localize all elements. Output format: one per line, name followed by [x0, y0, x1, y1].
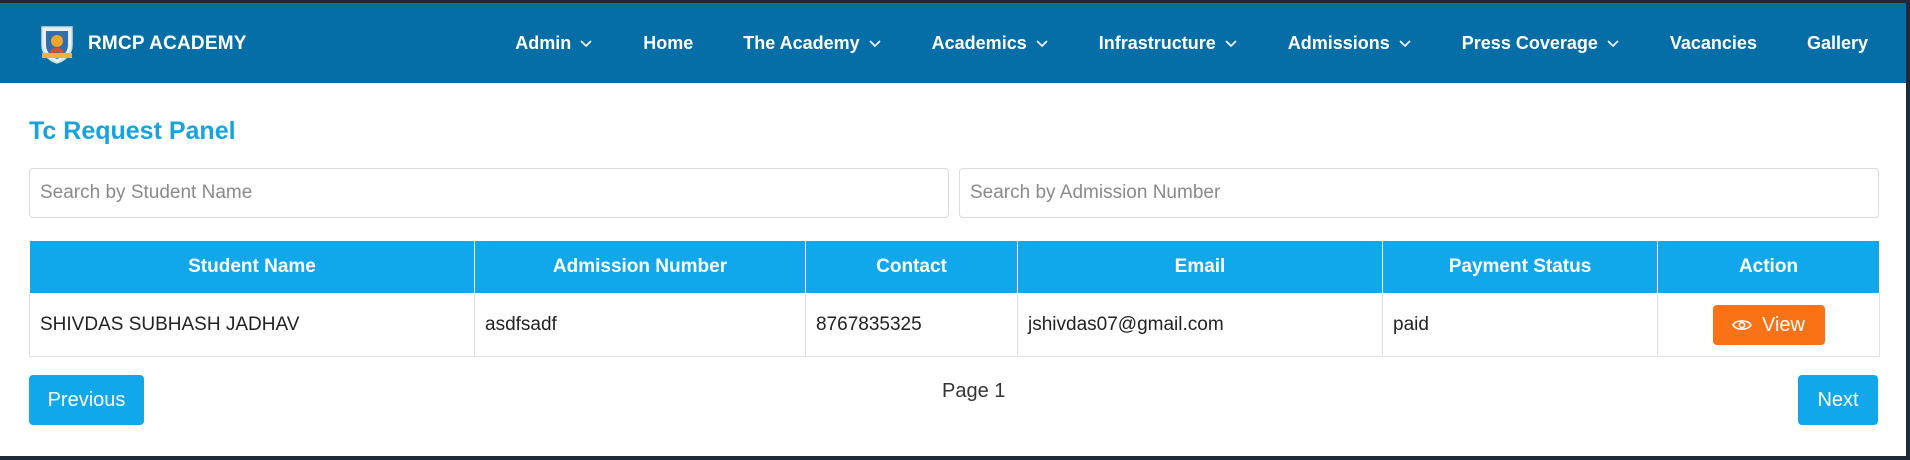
nav-item-press-coverage[interactable]: Press Coverage	[1462, 33, 1620, 54]
nav-item-vacancies[interactable]: Vacancies	[1670, 33, 1757, 54]
cell-payment-status: paid	[1382, 293, 1658, 357]
nav-item-label: Infrastructure	[1098, 32, 1216, 53]
student-name-search-input[interactable]	[29, 168, 949, 218]
nav-item-infrastructure[interactable]: Infrastructure	[1099, 33, 1238, 54]
column-header-admission-number: Admission Number	[474, 240, 806, 294]
cell-contact: 8767835325	[805, 293, 1018, 357]
chevron-down-icon	[869, 40, 881, 48]
nav-item-admissions[interactable]: Admissions	[1288, 33, 1412, 54]
chevron-down-icon	[580, 40, 592, 48]
column-header-payment-status: Payment Status	[1382, 240, 1658, 294]
view-button[interactable]: View	[1712, 305, 1825, 345]
table-header-row: Student Name Admission Number Contact Em…	[29, 240, 1880, 294]
nav-item-label: Home	[643, 32, 694, 53]
page-title: Tc Request Panel	[29, 117, 236, 145]
nav-item-home[interactable]: Home	[643, 33, 693, 54]
page-indicator: Page 1	[942, 380, 1006, 402]
table-row: SHIVDAS SUBHASH JADHAV asdfsadf 87678353…	[29, 293, 1880, 357]
tc-request-table: Student Name Admission Number Contact Em…	[29, 240, 1880, 357]
chevron-down-icon	[1036, 40, 1048, 48]
nav-item-gallery[interactable]: Gallery	[1807, 33, 1868, 54]
nav-item-label: Vacancies	[1669, 32, 1757, 53]
nav-item-label: Admin	[515, 32, 572, 53]
nav-item-label: Press Coverage	[1461, 32, 1598, 53]
next-button[interactable]: Next	[1798, 375, 1878, 425]
cell-student-name: SHIVDAS SUBHASH JADHAV	[29, 293, 475, 357]
nav-item-the-academy[interactable]: The Academy	[743, 33, 881, 54]
academy-logo-icon	[41, 26, 73, 64]
main-nav: Admin Home The Academy Academics Infrast…	[515, 3, 1868, 83]
nav-item-admin[interactable]: Admin	[515, 33, 593, 54]
cell-action: View	[1657, 293, 1880, 357]
brand[interactable]: RMCP ACADEMY	[36, 23, 247, 65]
chevron-down-icon	[1607, 40, 1619, 48]
nav-item-label: Academics	[931, 32, 1027, 53]
chevron-down-icon	[1399, 40, 1411, 48]
chevron-down-icon	[1225, 40, 1237, 48]
column-header-contact: Contact	[805, 240, 1018, 294]
navbar: RMCP ACADEMY Admin Home The Academy Acad…	[0, 3, 1906, 83]
view-button-label: View	[1762, 313, 1805, 336]
cell-email: jshivdas07@gmail.com	[1017, 293, 1383, 357]
brand-name: RMCP ACADEMY	[88, 33, 247, 54]
column-header-email: Email	[1017, 240, 1383, 294]
column-header-student-name: Student Name	[29, 240, 475, 294]
nav-item-label: The Academy	[743, 32, 860, 53]
previous-button[interactable]: Previous	[29, 375, 144, 425]
nav-item-label: Gallery	[1806, 32, 1868, 53]
nav-item-label: Admissions	[1287, 32, 1390, 53]
column-header-action: Action	[1657, 240, 1880, 294]
cell-admission-number: asdfsadf	[474, 293, 806, 357]
eye-icon	[1732, 320, 1752, 330]
nav-item-academics[interactable]: Academics	[932, 33, 1049, 54]
admission-number-search-input[interactable]	[959, 168, 1879, 218]
